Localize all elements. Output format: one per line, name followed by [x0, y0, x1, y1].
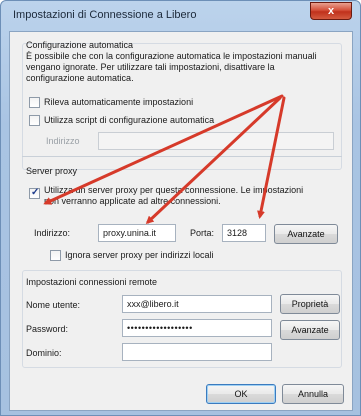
proxy-port-input[interactable]: 3128: [222, 224, 266, 242]
auto-address-input[interactable]: [98, 132, 334, 150]
use-proxy-label-line2: non verranno applicate ad altre connessi…: [44, 196, 221, 206]
title-bar: Impostazioni di Connessione a Libero x: [1, 1, 360, 29]
close-button[interactable]: x: [310, 2, 352, 20]
window-title: Impostazioni di Connessione a Libero: [13, 9, 197, 21]
username-label: Nome utente:: [26, 300, 81, 310]
domain-label: Dominio:: [26, 348, 62, 358]
auto-config-heading: Configurazione automatica: [26, 40, 134, 50]
detect-settings-label: Rileva automaticamente impostazioni: [44, 97, 194, 107]
use-proxy-label-line1: Utilizza un server proxy per questa conn…: [44, 185, 304, 195]
cancel-button[interactable]: Annulla: [282, 384, 344, 404]
proxy-address-input[interactable]: proxy.unina.it: [98, 224, 176, 242]
auto-script-label: Utilizza script di configurazione automa…: [44, 115, 215, 125]
proxy-port-label: Porta:: [190, 228, 215, 238]
password-label: Password:: [26, 324, 69, 334]
remote-advanced-button[interactable]: Avanzate: [280, 320, 340, 340]
remote-heading: Impostazioni connessioni remote: [26, 277, 158, 287]
ok-button[interactable]: OK: [206, 384, 276, 404]
auto-address-label: Indirizzo: [46, 136, 80, 146]
dialog-window: Impostazioni di Connessione a Libero x C…: [0, 0, 361, 416]
username-input[interactable]: xxx@libero.it: [122, 295, 272, 313]
use-proxy-checkbox[interactable]: [29, 187, 40, 199]
bypass-local-label: Ignora server proxy per indirizzi locali: [65, 250, 214, 260]
proxy-advanced-button[interactable]: Avanzate: [274, 224, 338, 244]
bypass-local-checkbox[interactable]: [50, 250, 61, 261]
proxy-address-label: Indirizzo:: [34, 228, 71, 238]
auto-config-description: È possibile che con la configurazione au…: [26, 51, 317, 83]
password-input[interactable]: ••••••••••••••••••: [122, 319, 272, 337]
proxy-heading: Server proxy: [26, 166, 78, 176]
detect-settings-checkbox[interactable]: [29, 97, 40, 108]
section-divider: [22, 156, 342, 157]
domain-input[interactable]: [122, 343, 272, 361]
properties-button[interactable]: Proprietà: [280, 294, 340, 314]
auto-script-checkbox[interactable]: [29, 115, 40, 126]
dialog-body: Configurazione automatica È possibile ch…: [9, 31, 353, 411]
